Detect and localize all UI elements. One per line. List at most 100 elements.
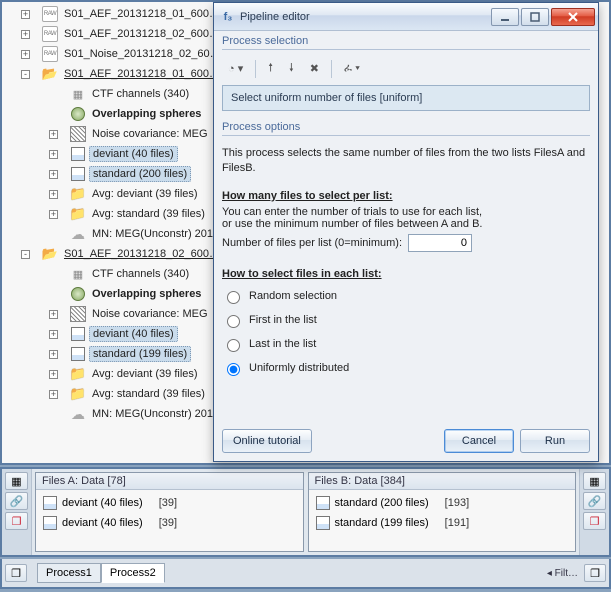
tree-item-label: Avg: deviant (39 files) (89, 367, 201, 381)
dock-stack-button[interactable]: ❐ (5, 512, 28, 530)
file-name: deviant (40 files) (62, 497, 143, 509)
pipeline-menu-button[interactable]: ፈ ▾ (340, 59, 364, 78)
folder-icon: 📁 (70, 206, 86, 222)
expander-icon[interactable] (49, 110, 58, 119)
expander-icon[interactable] (49, 410, 58, 419)
filter-label[interactable]: ◂ Filt… (547, 568, 578, 579)
expander-icon[interactable]: + (49, 170, 58, 179)
files-a-panel: Files A: Data [78] deviant (40 files)[39… (35, 472, 304, 552)
tree-item-label: Avg: deviant (39 files) (89, 187, 201, 201)
tree-item-label: S01_AEF_20131218_01_600… (61, 67, 223, 81)
maximize-button[interactable] (521, 8, 549, 26)
process-selection-header: Process selection (222, 35, 590, 50)
folder-icon: 📁 (70, 366, 86, 382)
dock-link-button[interactable]: 🔗 (583, 492, 606, 510)
opt-last[interactable]: Last in the list (222, 336, 316, 352)
expander-icon[interactable]: + (49, 390, 58, 399)
file-count: [39] (159, 497, 177, 509)
dock-browse-button[interactable]: ▦ (583, 472, 606, 490)
tree-item-label: MN: MEG(Unconstr) 2015… (89, 407, 233, 421)
minimize-button[interactable] (491, 8, 519, 26)
file-name: standard (200 files) (335, 497, 429, 509)
file-name: deviant (40 files) (62, 517, 143, 529)
expander-icon[interactable] (49, 90, 58, 99)
tree-item-label: Overlapping spheres (89, 287, 204, 301)
app-icon: f₃ (220, 9, 236, 25)
headmodel-icon (70, 106, 86, 122)
dock-stack-button[interactable]: ❐ (583, 512, 606, 530)
move-up-button[interactable]: 🠕 (264, 56, 277, 81)
expander-icon[interactable] (49, 290, 58, 299)
num-files-label: Number of files per list (0=minimum): (222, 237, 402, 249)
folder-icon: 📁 (70, 186, 86, 202)
remove-button[interactable]: ✖ (306, 59, 323, 78)
file-count: [193] (445, 497, 469, 509)
process-toolbar: ◔ ▾ 🠕 🠗 ✖ ፈ ▾ (222, 54, 590, 85)
tree-item-label: S01_Noise_20131218_02_60… (61, 47, 224, 61)
folder-icon: 📁 (70, 386, 86, 402)
dock-left-buttons: ▦ 🔗 ❐ (2, 469, 32, 555)
move-down-button[interactable]: 🠗 (285, 56, 298, 81)
tree-item-label: S01_AEF_20131218_01_600… (61, 7, 223, 21)
dock-browse-button[interactable]: ▦ (5, 472, 28, 490)
tree-item-label: S01_AEF_20131218_02_600… (61, 247, 223, 261)
file-row[interactable]: deviant (40 files) [39] (42, 493, 297, 513)
tab-process1[interactable]: Process1 (37, 563, 101, 583)
data-icon (70, 326, 86, 342)
opt-random[interactable]: Random selection (222, 288, 337, 304)
file-count: [39] (159, 517, 177, 529)
file-row[interactable]: standard (199 files)[191] (315, 513, 570, 533)
expander-icon[interactable]: + (49, 370, 58, 379)
noise-icon (70, 306, 86, 322)
tab-process2[interactable]: Process2 (101, 563, 165, 583)
copy-right-button[interactable]: ❐ (584, 564, 606, 582)
selected-process[interactable]: Select uniform number of files [uniform] (222, 85, 590, 111)
noise-icon (70, 126, 86, 142)
how-many-header: How many files to select per list: (222, 190, 590, 202)
expander-icon[interactable] (49, 230, 58, 239)
cancel-button[interactable]: Cancel (444, 429, 514, 453)
opt-first[interactable]: First in the list (222, 312, 317, 328)
expander-icon[interactable]: + (49, 190, 58, 199)
opt-uniform[interactable]: Uniformly distributed (222, 360, 349, 376)
files-b-panel: Files B: Data [384] standard (200 files)… (308, 472, 577, 552)
data-icon (42, 495, 58, 511)
raw-icon: RAW (42, 46, 58, 62)
expander-icon[interactable]: - (21, 70, 30, 79)
expander-icon[interactable]: + (21, 50, 30, 59)
tree-item-label: S01_AEF_20131218_02_600… (61, 27, 223, 41)
add-process-button[interactable]: ◔ ▾ (224, 59, 247, 78)
how-select-header: How to select files in each list: (222, 268, 590, 280)
process-description: This process selects the same number of … (222, 146, 590, 176)
how-many-line1: You can enter the number of trials to us… (222, 206, 590, 218)
expander-icon[interactable]: + (21, 10, 30, 19)
run-button[interactable]: Run (520, 429, 590, 453)
dock-link-button[interactable]: 🔗 (5, 492, 28, 510)
expander-icon[interactable]: + (49, 150, 58, 159)
file-row[interactable]: standard (200 files) [193] (315, 493, 570, 513)
file-row[interactable]: deviant (40 files) [39] (42, 513, 297, 533)
tree-item-label: CTF channels (340) (89, 267, 192, 281)
source-icon: ☁ (70, 226, 86, 242)
expander-icon[interactable]: + (49, 130, 58, 139)
expander-icon[interactable] (49, 270, 58, 279)
expander-icon[interactable]: + (49, 350, 58, 359)
dock-right-buttons: ▦ 🔗 ❐ (579, 469, 609, 555)
expander-icon[interactable]: + (49, 330, 58, 339)
close-button[interactable] (551, 8, 595, 26)
data-icon (70, 146, 86, 162)
expander-icon[interactable]: + (49, 310, 58, 319)
tree-item-label: Noise covariance: MEG (89, 127, 211, 141)
num-files-input[interactable] (408, 234, 472, 252)
expander-icon[interactable]: - (21, 250, 30, 259)
files-b-title: Files B: Data [384] (309, 473, 576, 490)
channels-icon: ▦ (70, 86, 86, 102)
source-icon: ☁ (70, 406, 86, 422)
expander-icon[interactable]: + (21, 30, 30, 39)
dialog-titlebar[interactable]: f₃ Pipeline editor (214, 3, 598, 31)
data-icon (315, 515, 331, 531)
tree-item-label: standard (200 files) (89, 166, 191, 182)
online-tutorial-button[interactable]: Online tutorial (222, 429, 312, 453)
expander-icon[interactable]: + (49, 210, 58, 219)
copy-button[interactable]: ❐ (5, 564, 27, 582)
